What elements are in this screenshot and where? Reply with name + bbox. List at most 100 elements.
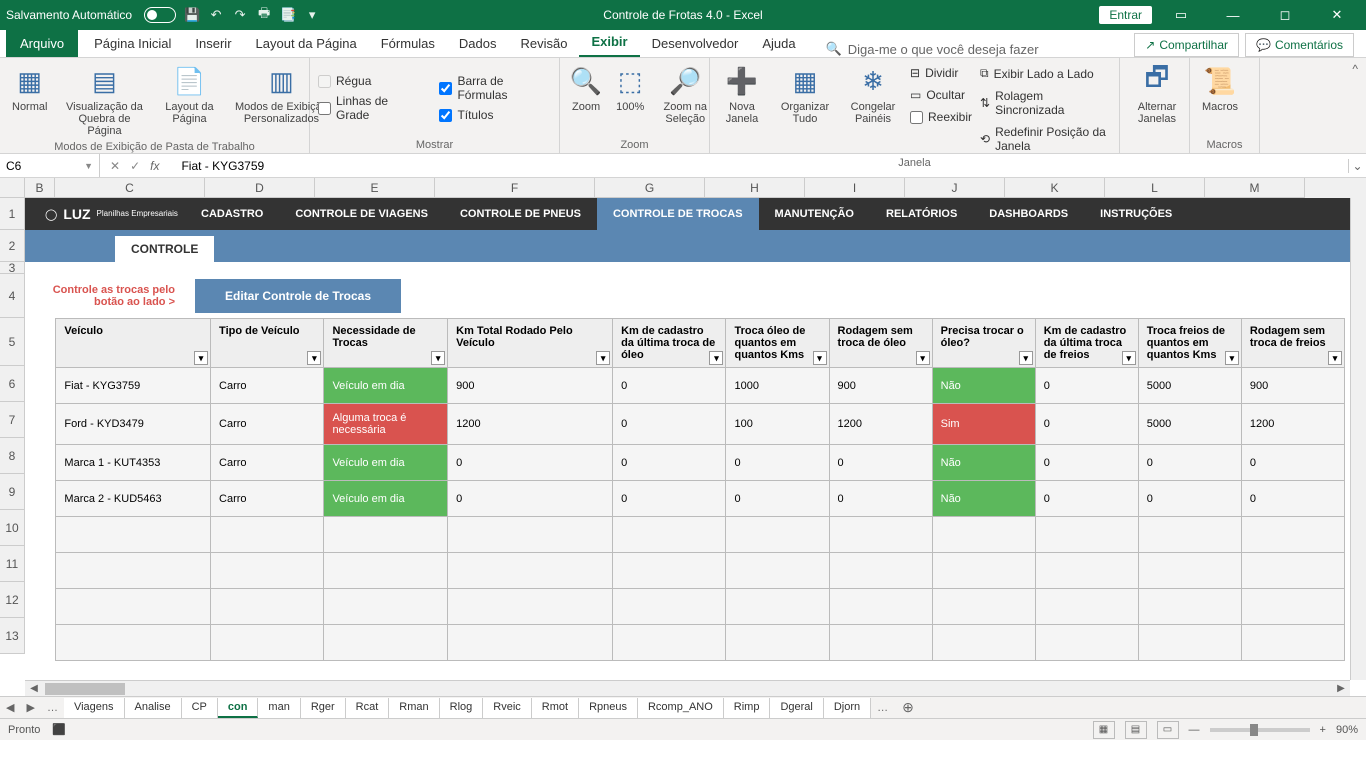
nav-instrues[interactable]: INSTRUÇÕES (1084, 198, 1188, 230)
cell[interactable] (25, 445, 56, 481)
cell[interactable]: 0 (726, 445, 829, 481)
cell[interactable] (448, 517, 613, 553)
row-header[interactable]: 4 (0, 274, 25, 318)
cell[interactable]: Sim (932, 404, 1035, 445)
cell[interactable]: 0 (613, 481, 726, 517)
switch-windows-button[interactable]: 🗗Alternar Janelas (1128, 62, 1186, 127)
col-header[interactable]: J (905, 178, 1005, 198)
cell[interactable]: 0 (726, 481, 829, 517)
cell[interactable] (448, 589, 613, 625)
cell[interactable]: Carro (211, 481, 324, 517)
sheet-nav-next-icon[interactable]: ▶ (20, 701, 40, 714)
col-header[interactable]: M (1205, 178, 1305, 198)
cell[interactable]: 0 (1241, 445, 1344, 481)
cell[interactable] (829, 625, 932, 661)
cell[interactable] (324, 517, 448, 553)
zoom-out-button[interactable]: — (1189, 724, 1200, 736)
filter-icon[interactable]: ▾ (307, 351, 321, 365)
sheet-tab[interactable]: man (258, 698, 300, 718)
col-header[interactable]: B (25, 178, 55, 198)
sheet-tab[interactable]: Rveic (483, 698, 532, 718)
cell[interactable]: 0 (448, 481, 613, 517)
tab-dados[interactable]: Dados (447, 30, 509, 57)
redo-icon[interactable]: ↷ (232, 7, 248, 23)
cell[interactable] (1241, 517, 1344, 553)
col-header[interactable]: D (205, 178, 315, 198)
cell[interactable] (1035, 589, 1138, 625)
new-window-button[interactable]: ➕Nova Janela (718, 62, 766, 155)
cell[interactable] (932, 553, 1035, 589)
col-header-cell[interactable]: Precisa trocar o óleo?▾ (932, 319, 1035, 368)
cell[interactable] (1138, 625, 1241, 661)
col-header-cell[interactable]: Rodagem sem troca de óleo▾ (829, 319, 932, 368)
fx-icon[interactable]: fx (150, 159, 165, 173)
freeze-panes-button[interactable]: ❄Congelar Painéis (844, 62, 902, 155)
cell[interactable]: 1000 (726, 368, 829, 404)
cell[interactable] (1241, 589, 1344, 625)
undo-icon[interactable]: ↶ (208, 7, 224, 23)
tell-me[interactable]: 🔍 Diga-me o que você deseja fazer (826, 41, 1039, 57)
unhide-button[interactable]: Reexibir (910, 108, 972, 126)
sheet-tab[interactable]: Analise (125, 698, 182, 718)
cell[interactable]: Veículo em dia (324, 481, 448, 517)
cell[interactable]: Carro (211, 368, 324, 404)
cell[interactable] (726, 553, 829, 589)
cell[interactable]: Alguma troca é necessária (324, 404, 448, 445)
cell[interactable]: Fiat - KYG3759 (56, 368, 211, 404)
row-header[interactable]: 10 (0, 510, 25, 546)
cell[interactable]: 900 (448, 368, 613, 404)
col-header[interactable]: L (1105, 178, 1205, 198)
sheet-nav-more-icon[interactable]: … (41, 702, 64, 714)
gridlines-checkbox[interactable]: Linhas de Grade (318, 92, 419, 124)
sheet-tab[interactable]: Viagens (64, 698, 125, 718)
col-header-cell[interactable]: Necessidade de Trocas▾ (324, 319, 448, 368)
page-break-button[interactable]: ▤Visualização da Quebra de Página (59, 62, 149, 139)
cell[interactable] (56, 589, 211, 625)
cell[interactable] (324, 625, 448, 661)
close-button[interactable]: ✕ (1314, 0, 1360, 30)
cell[interactable] (56, 517, 211, 553)
cell[interactable] (211, 625, 324, 661)
cell[interactable]: 0 (1035, 481, 1138, 517)
cell[interactable] (726, 517, 829, 553)
cell[interactable]: 5000 (1138, 368, 1241, 404)
cell[interactable] (613, 517, 726, 553)
cell[interactable]: Veículo em dia (324, 368, 448, 404)
cell[interactable] (932, 517, 1035, 553)
save-icon[interactable]: 💾 (184, 7, 200, 23)
sheet-tab[interactable]: Djorn (824, 698, 871, 718)
sheet-tab[interactable]: Rlog (440, 698, 484, 718)
cell[interactable] (56, 553, 211, 589)
col-header-cell[interactable]: Troca óleo de quantos em quantos Kms▾ (726, 319, 829, 368)
cell[interactable] (1035, 553, 1138, 589)
edit-trocas-button[interactable]: Editar Controle de Trocas (195, 279, 401, 313)
enter-icon[interactable]: ✓ (130, 159, 140, 173)
nav-manuteno[interactable]: MANUTENÇÃO (759, 198, 870, 230)
split-button[interactable]: ⊟Dividir (910, 64, 972, 82)
cell[interactable]: Marca 1 - KUT4353 (56, 445, 211, 481)
row-header[interactable]: 6 (0, 366, 25, 402)
cell[interactable] (56, 625, 211, 661)
horizontal-scrollbar[interactable]: ◀ ▶ (25, 680, 1350, 696)
cell[interactable]: 1200 (448, 404, 613, 445)
cell[interactable] (1035, 517, 1138, 553)
collapse-ribbon-icon[interactable]: ^ (1344, 58, 1366, 153)
macro-record-icon[interactable]: ⬛ (52, 723, 66, 736)
row-header[interactable]: 7 (0, 402, 25, 438)
cell[interactable]: 0 (1035, 368, 1138, 404)
sheet-tab[interactable]: Rmot (532, 698, 579, 718)
cell[interactable]: 0 (1138, 481, 1241, 517)
cell[interactable] (1035, 625, 1138, 661)
share-button[interactable]: ↗Compartilhar (1134, 33, 1239, 57)
cell[interactable]: 900 (1241, 368, 1344, 404)
pagebreak-view-icon[interactable]: ▭ (1157, 721, 1179, 739)
cell[interactable] (1241, 625, 1344, 661)
tab-layoutdapgina[interactable]: Layout da Página (244, 30, 369, 57)
sheet-tab[interactable]: Rpneus (579, 698, 638, 718)
cell[interactable] (1241, 553, 1344, 589)
tab-file[interactable]: Arquivo (6, 30, 78, 57)
col-header-cell[interactable]: Km de cadastro da última troca de óleo▾ (613, 319, 726, 368)
cell[interactable] (211, 553, 324, 589)
comments-button[interactable]: 💬Comentários (1245, 33, 1354, 57)
qat-more-icon[interactable]: ▾ (304, 7, 320, 23)
